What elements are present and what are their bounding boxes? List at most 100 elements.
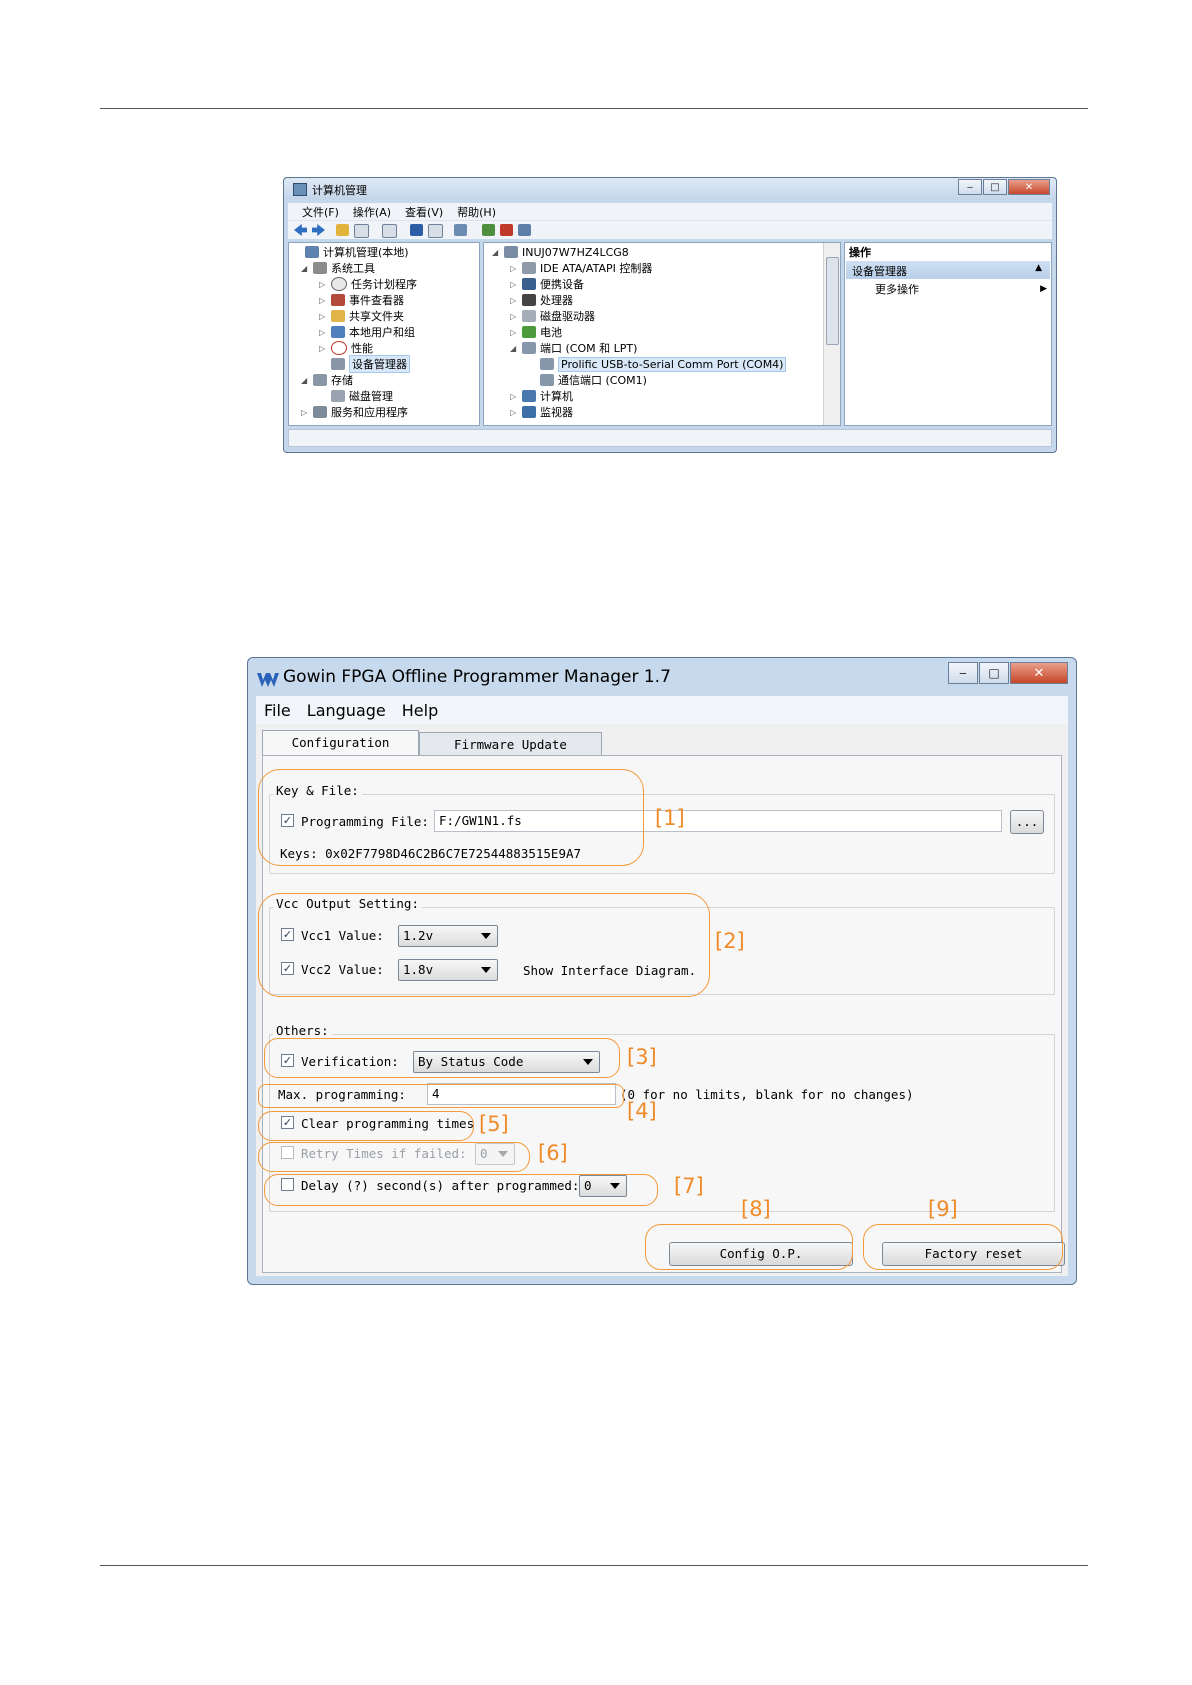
highlight-vcc <box>258 893 710 997</box>
header-rule <box>100 108 1088 109</box>
menu-action[interactable]: 操作(A) <box>353 204 391 220</box>
tree-item[interactable]: ◢ 存储 <box>301 372 353 388</box>
console-tree: 计算机管理(本地) ◢ 系统工具 ▷ 任务计划程序 ▷ 事件查看器 ▷ 共享文件夹 ▷ 本… <box>288 242 480 426</box>
close-button[interactable]: ✕ <box>1010 662 1068 684</box>
update-driver-icon[interactable] <box>482 224 495 236</box>
device-item[interactable]: ▷ 计算机 <box>510 388 573 404</box>
device-item[interactable]: ▷ 电池 <box>510 324 562 340</box>
footer-rule <box>100 1565 1088 1566</box>
computer-icon <box>522 390 536 402</box>
annotation-7: [7] <box>674 1174 704 1198</box>
tab-firmware-update[interactable]: Firmware Update <box>419 732 602 756</box>
device-item[interactable]: ▷ 处理器 <box>510 292 573 308</box>
tree-item[interactable]: ▷ 性能 <box>319 340 373 356</box>
help-icon[interactable] <box>410 224 423 236</box>
device-item[interactable]: ▷ 便携设备 <box>510 276 584 292</box>
export-list-icon[interactable] <box>382 224 397 238</box>
shared-folder-icon <box>331 310 345 322</box>
menu-help[interactable]: Help <box>402 701 438 720</box>
battery-icon <box>522 326 536 338</box>
menu-file[interactable]: File <box>264 701 291 720</box>
computer-icon <box>305 246 319 258</box>
highlight-delay <box>264 1174 658 1206</box>
computer-management-window: 计算机管理 ‒ □ ✕ 文件(F) 操作(A) 查看(V) 帮助(H) 计算机管… <box>283 177 1057 453</box>
annotation-8: [8] <box>741 1197 771 1221</box>
uninstall-icon[interactable] <box>500 224 513 236</box>
highlight-clear-programming <box>258 1111 474 1141</box>
highlight-verification <box>264 1038 620 1078</box>
annotation-4: [4] <box>627 1099 657 1123</box>
title-bar: 计算机管理 ‒ □ ✕ <box>284 178 1056 200</box>
back-icon[interactable] <box>294 224 307 236</box>
tree-item[interactable]: ▷ 共享文件夹 <box>319 308 404 324</box>
status-bar <box>288 429 1052 447</box>
maximize-button[interactable]: □ <box>983 179 1007 195</box>
device-item[interactable]: ▷ 磁盘驱动器 <box>510 308 595 324</box>
title-bar: Gowin FPGA Offline Programmer Manager 1.… <box>248 658 1076 696</box>
device-item[interactable]: ▷ 监视器 <box>510 404 573 420</box>
max-programming-hint: (0 for no limits, blank for no changes) <box>620 1087 914 1102</box>
device-item[interactable]: 通信端口 (COM1) <box>528 372 647 388</box>
disk-icon <box>331 390 345 402</box>
tree-item[interactable]: ▷ 本地用户和组 <box>319 324 415 340</box>
browse-button[interactable]: ... <box>1010 810 1044 834</box>
menu-language[interactable]: Language <box>307 701 386 720</box>
console-tree-icon[interactable] <box>354 224 369 238</box>
computer-icon <box>504 246 518 258</box>
scroll-thumb[interactable] <box>826 257 839 345</box>
device-item[interactable]: ▷ IDE ATA/ATAPI 控制器 <box>510 260 652 276</box>
menu-view[interactable]: 查看(V) <box>405 204 443 220</box>
tree-item[interactable]: ◢ 系统工具 <box>301 260 375 276</box>
processor-icon <box>522 294 536 306</box>
computer-management-icon <box>293 183 307 196</box>
tree-item[interactable]: ▷ 任务计划程序 <box>319 276 417 292</box>
properties-icon[interactable] <box>428 224 443 238</box>
window-title: 计算机管理 <box>312 184 367 197</box>
device-item-com4[interactable]: Prolific USB-to-Serial Comm Port (COM4) <box>528 356 787 372</box>
tree-item[interactable]: ▷ 事件查看器 <box>319 292 404 308</box>
vertical-scrollbar[interactable] <box>823 243 840 425</box>
serial-port-icon <box>540 358 554 370</box>
actions-section[interactable]: 设备管理器 ▲ <box>846 261 1050 279</box>
tools-icon <box>313 262 327 274</box>
storage-icon <box>313 374 327 386</box>
device-manager-icon <box>331 358 345 370</box>
monitor-icon <box>522 406 536 418</box>
users-icon <box>331 326 345 338</box>
tree-item-device-manager[interactable]: 设备管理器 <box>319 355 410 373</box>
highlight-retry <box>258 1142 530 1172</box>
serial-port-icon <box>540 374 554 386</box>
more-actions[interactable]: 更多操作 ▶ <box>875 281 1047 297</box>
forward-icon[interactable] <box>312 224 325 236</box>
menu-file[interactable]: 文件(F) <box>302 204 339 220</box>
tree-item[interactable]: 磁盘管理 <box>319 388 393 404</box>
collapse-icon[interactable]: ▲ <box>1035 263 1042 273</box>
enable-device-icon[interactable] <box>518 224 531 236</box>
port-icon <box>522 342 536 354</box>
up-folder-icon[interactable] <box>336 224 349 236</box>
menu-help[interactable]: 帮助(H) <box>457 204 496 220</box>
highlight-factory-reset <box>863 1224 1063 1270</box>
actions-pane: 操作 设备管理器 ▲ 更多操作 ▶ <box>844 242 1052 426</box>
window-title: Gowin FPGA Offline Programmer Manager 1.… <box>283 667 671 687</box>
annotation-9: [9] <box>928 1197 958 1221</box>
scan-hardware-icon[interactable] <box>454 224 467 236</box>
disk-drive-icon <box>522 310 536 322</box>
menu-bar: File Language Help <box>256 696 1068 724</box>
tree-item[interactable]: 计算机管理(本地) <box>293 244 409 260</box>
highlight-key-file <box>258 769 644 866</box>
event-viewer-icon <box>331 294 345 306</box>
device-item[interactable]: ◢ 端口 (COM 和 LPT) <box>510 340 637 356</box>
minimize-button[interactable]: ‒ <box>948 662 978 684</box>
annotation-6: [6] <box>538 1141 568 1165</box>
device-list: ◢ INUJ07W7HZ4LCG8 ▷ IDE ATA/ATAPI 控制器 ▷ 便携设… <box>483 242 841 426</box>
services-icon <box>313 406 327 418</box>
tab-configuration[interactable]: Configuration <box>262 730 419 756</box>
maximize-button[interactable]: □ <box>979 662 1009 684</box>
minimize-button[interactable]: ‒ <box>958 179 982 195</box>
tree-item[interactable]: ▷ 服务和应用程序 <box>301 404 408 420</box>
device-item[interactable]: ◢ INUJ07W7HZ4LCG8 <box>492 244 629 260</box>
annotation-5: [5] <box>479 1112 509 1136</box>
clock-icon <box>331 277 347 291</box>
close-button[interactable]: ✕ <box>1008 179 1050 195</box>
